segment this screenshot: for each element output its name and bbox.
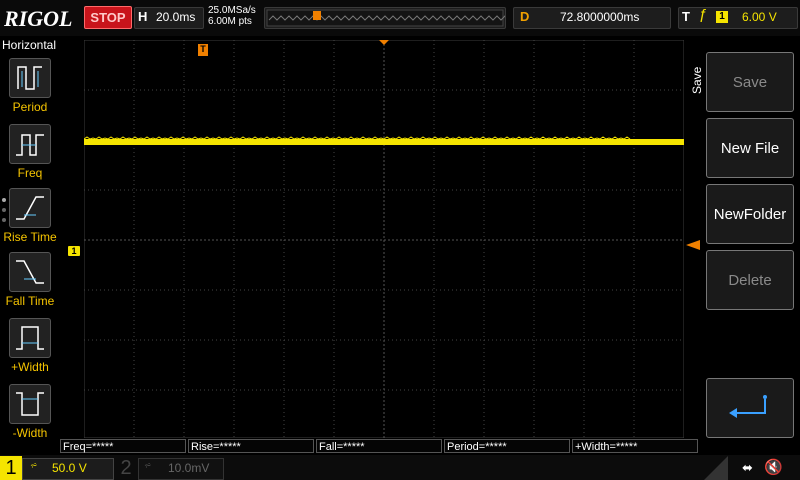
right-menu-title: Save bbox=[690, 66, 704, 94]
menu-item-label: -Width bbox=[12, 426, 48, 440]
measure-freq[interactable]: Freq=***** bbox=[60, 439, 186, 453]
memory-waveform-overview bbox=[266, 9, 526, 27]
left-menu-title: Horizontal bbox=[2, 38, 57, 52]
delay-label: D bbox=[520, 9, 530, 24]
menu-item-label: Rise Time bbox=[3, 230, 57, 244]
ch1-label[interactable]: 1 bbox=[0, 456, 22, 480]
horizontal-label: H bbox=[138, 9, 148, 24]
menu-item-label: +Width bbox=[11, 360, 49, 374]
menu-item-neg-width[interactable]: -Width bbox=[0, 384, 60, 440]
trigger-source-badge: 1 bbox=[716, 11, 728, 23]
menu-item-period[interactable]: Period bbox=[0, 58, 60, 114]
menu-item-label: Period bbox=[12, 100, 48, 114]
rigol-logo: RIGOL bbox=[4, 6, 73, 31]
measure-rise[interactable]: Rise=***** bbox=[188, 439, 314, 453]
ch1-waveform-trace bbox=[84, 139, 684, 145]
menu-item-label: Fall Time bbox=[5, 294, 55, 308]
ch2-scale-value: 10.0mV bbox=[168, 461, 210, 475]
period-icon bbox=[9, 58, 51, 98]
trigger-box[interactable] bbox=[678, 7, 798, 29]
measure-fall[interactable]: Fall=***** bbox=[316, 439, 442, 453]
dc-coupling-icon: ⩫ bbox=[30, 460, 38, 470]
dc-coupling-icon: ⩫ bbox=[144, 460, 152, 470]
menu-item-freq[interactable]: Freq bbox=[0, 124, 60, 180]
trigger-level-value: 6.00 V bbox=[742, 10, 777, 24]
measure-pos-width[interactable]: +Width=***** bbox=[572, 439, 698, 453]
ch2-label[interactable]: 2 bbox=[117, 456, 135, 480]
ch1-offset-marker[interactable]: 1 bbox=[68, 246, 80, 256]
memory-overview-strip bbox=[264, 7, 526, 29]
delay-value: 72.8000000ms bbox=[560, 10, 640, 24]
horizontal-scale-value: 20.0ms bbox=[156, 10, 196, 24]
menu-item-pos-width[interactable]: +Width bbox=[0, 318, 60, 374]
neg-width-icon bbox=[9, 384, 51, 424]
new-file-button[interactable]: New File bbox=[706, 118, 794, 178]
run-stop-indicator[interactable]: STOP bbox=[84, 6, 132, 29]
ch1-scale-value: 50.0 V bbox=[52, 461, 87, 475]
menu-item-label: Freq bbox=[17, 166, 43, 180]
sample-rate: 25.0MSa/s bbox=[208, 5, 256, 16]
corner-tab-icon bbox=[704, 456, 728, 480]
back-button[interactable] bbox=[706, 378, 794, 438]
memory-trigger-marker-icon bbox=[313, 11, 321, 20]
trigger-time-marker-icon: T bbox=[198, 44, 208, 56]
trigger-label: T bbox=[682, 9, 690, 24]
measure-period[interactable]: Period=***** bbox=[444, 439, 570, 453]
waveform-display[interactable] bbox=[84, 40, 684, 438]
memory-depth: 6.00M pts bbox=[208, 16, 252, 27]
usb-icon: ⬌ bbox=[742, 460, 753, 475]
menu-item-rise-time[interactable]: Rise Time bbox=[0, 188, 60, 244]
speaker-muted-icon[interactable]: 🔇 bbox=[764, 458, 783, 476]
trigger-level-marker-icon bbox=[686, 240, 700, 250]
enter-arrow-icon bbox=[729, 395, 767, 418]
menu-item-fall-time[interactable]: Fall Time bbox=[0, 252, 60, 308]
fall-time-icon bbox=[9, 252, 51, 292]
rise-time-icon bbox=[9, 188, 51, 228]
pos-width-icon bbox=[9, 318, 51, 358]
save-button[interactable]: Save bbox=[706, 52, 794, 112]
new-folder-button[interactable]: NewFolder bbox=[706, 184, 794, 244]
delete-button[interactable]: Delete bbox=[706, 250, 794, 310]
freq-icon bbox=[9, 124, 51, 164]
rising-edge-icon: ƒ bbox=[699, 6, 708, 23]
